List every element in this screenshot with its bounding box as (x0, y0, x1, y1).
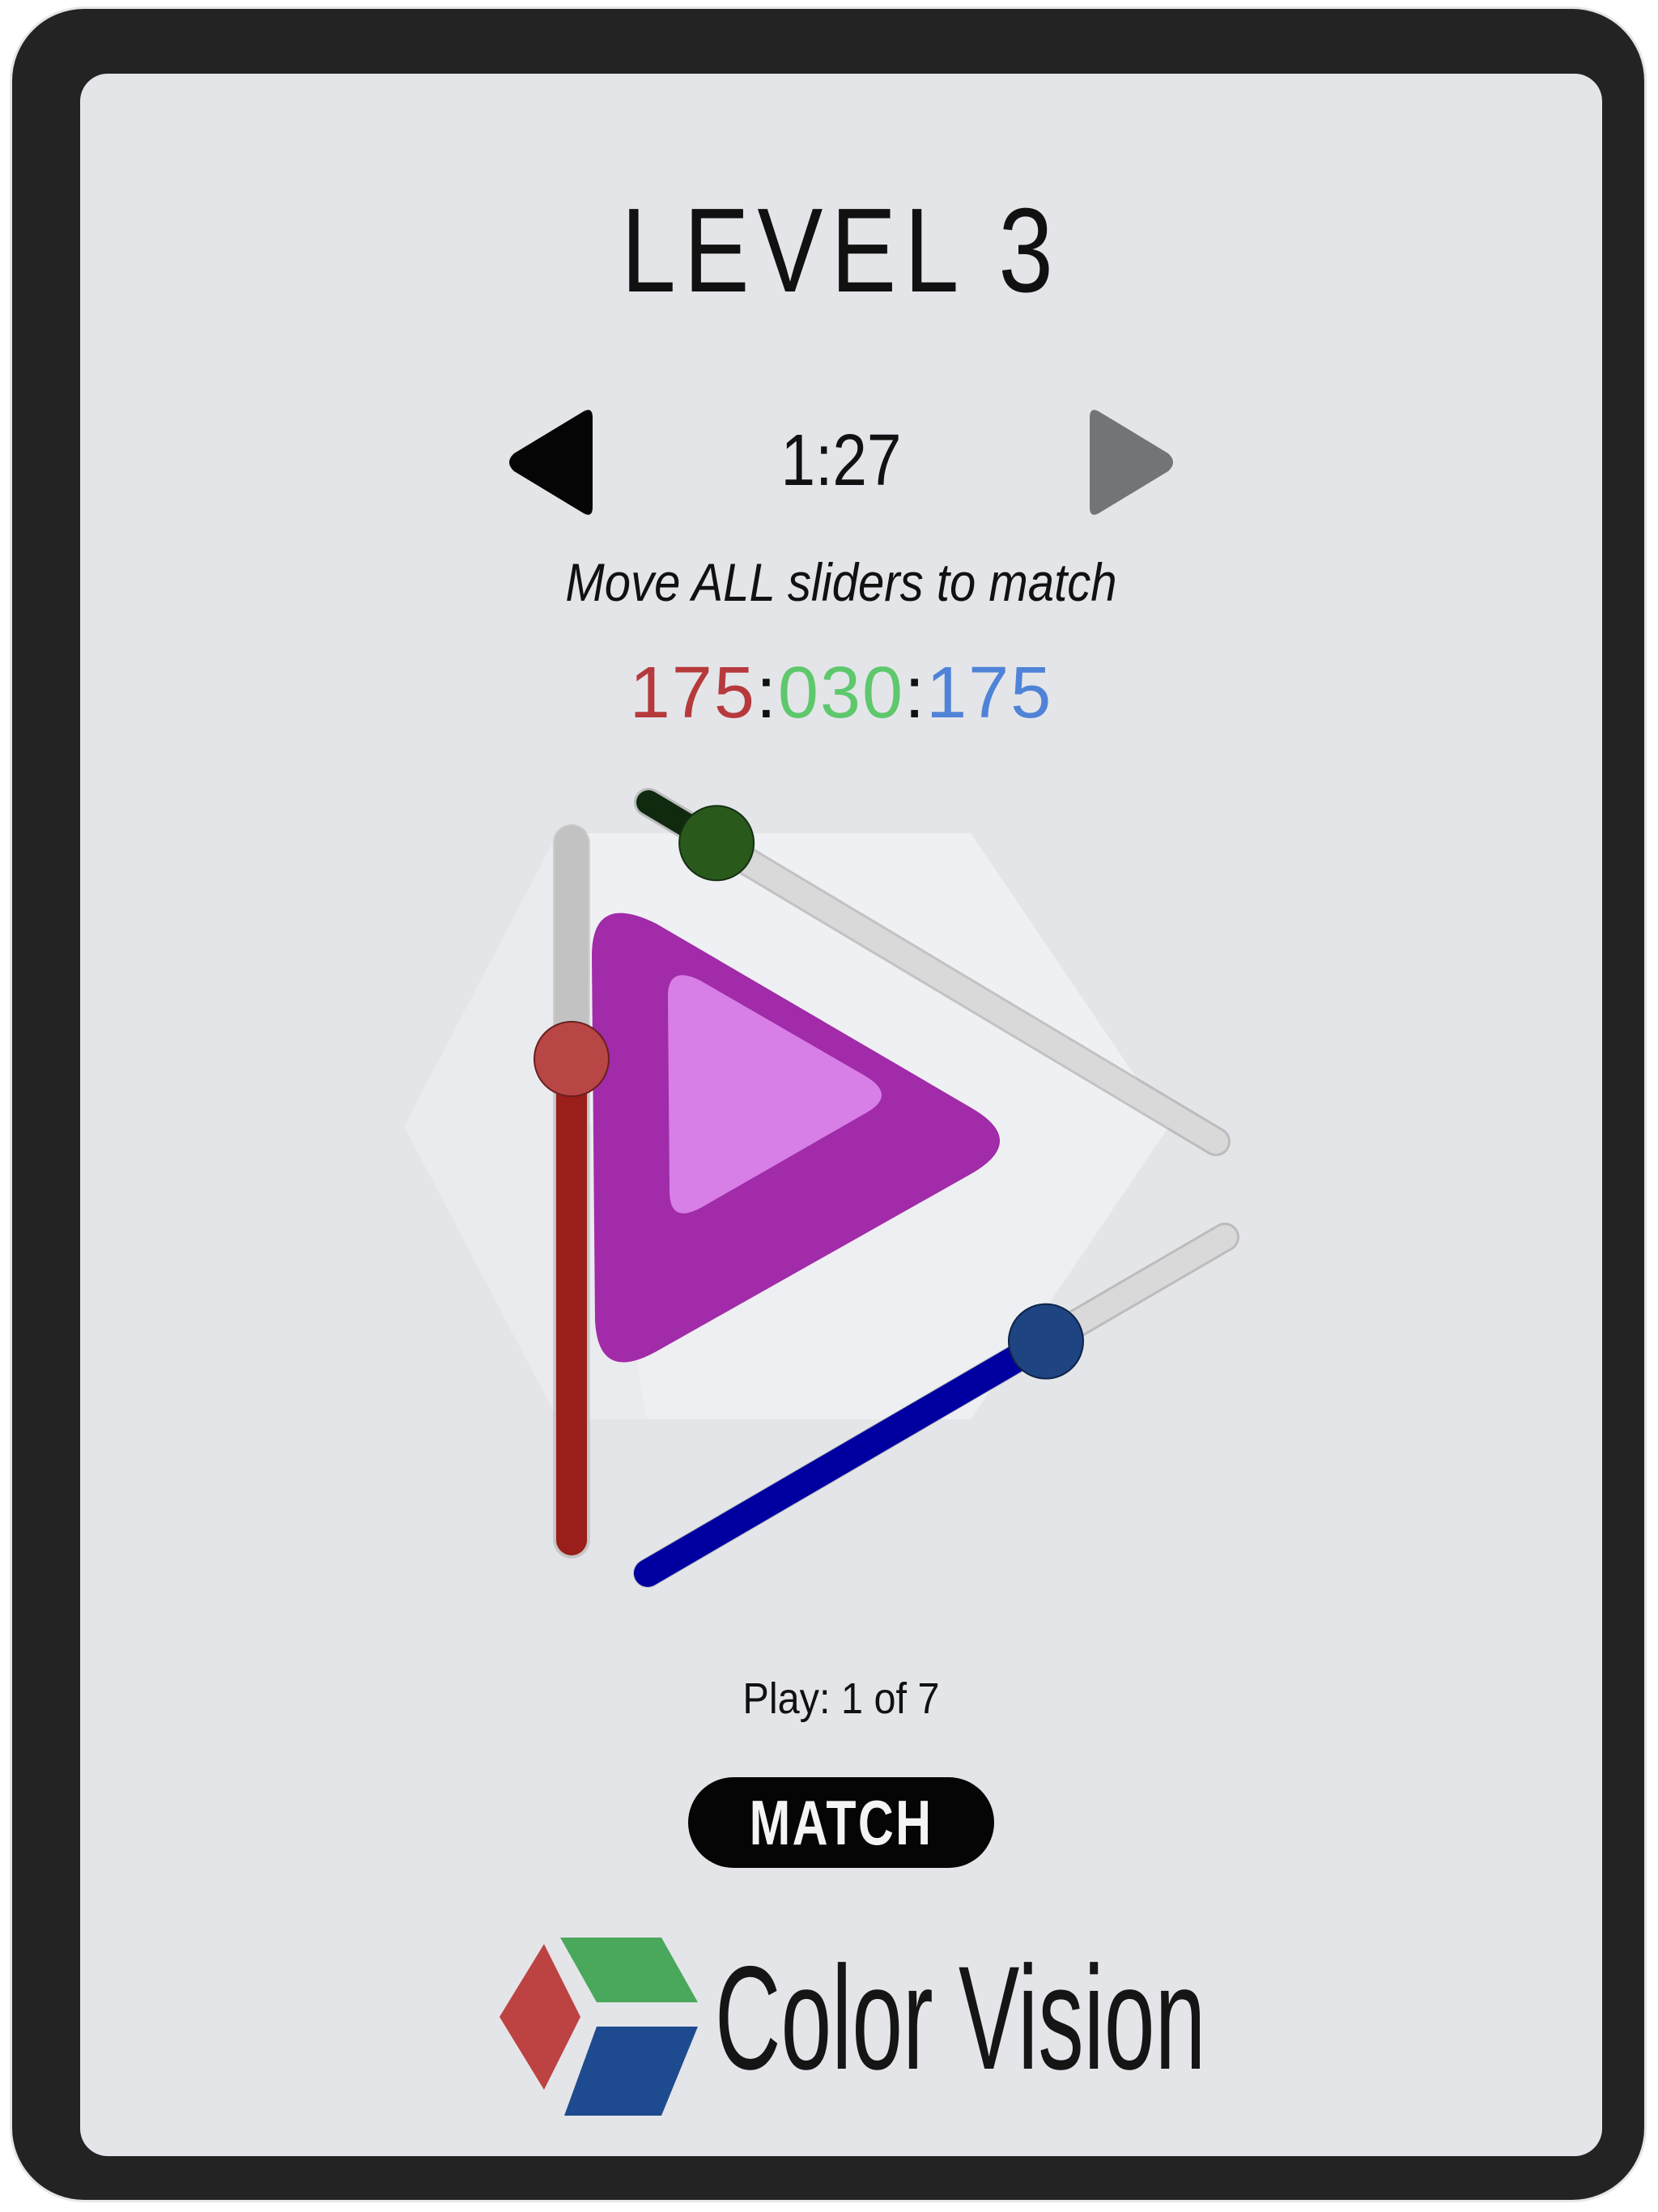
target-blue-value: 175 (926, 653, 1053, 734)
countdown-timer: 1:27 (780, 420, 902, 501)
logo-red-facet (500, 1944, 580, 2090)
instruction-text: Move ALL sliders to match (565, 552, 1117, 612)
level-navigation: 1:27 (80, 402, 1602, 523)
match-button[interactable]: MATCH (688, 1777, 994, 1868)
target-red-value: 175 (629, 653, 756, 734)
target-green-value: 030 (777, 653, 905, 734)
play-counter: Play: 1 of 7 (742, 1674, 940, 1723)
color-vision-logo-icon (500, 1938, 698, 2116)
triangle-right-icon (1090, 410, 1173, 515)
red-slider-knob[interactable] (534, 1020, 610, 1097)
logo-blue-facet (564, 2027, 698, 2116)
blue-slider-knob[interactable] (1007, 1303, 1084, 1380)
green-slider-knob[interactable] (678, 805, 755, 882)
brand-name: Color Vision (715, 1935, 1206, 2100)
target-color-code: 175:030:175 (80, 657, 1602, 730)
game-screen: LEVEL 3 1:27 Move ALL sliders to match 1… (80, 74, 1602, 2156)
target-separator: : (755, 653, 778, 734)
device-frame: LEVEL 3 1:27 Move ALL sliders to match 1… (10, 6, 1647, 2202)
target-separator: : (904, 653, 927, 734)
level-title: LEVEL 3 (621, 184, 1061, 317)
logo-green-facet (560, 1938, 698, 2002)
next-level-button[interactable] (1078, 402, 1183, 523)
match-button-label: MATCH (749, 1787, 933, 1858)
